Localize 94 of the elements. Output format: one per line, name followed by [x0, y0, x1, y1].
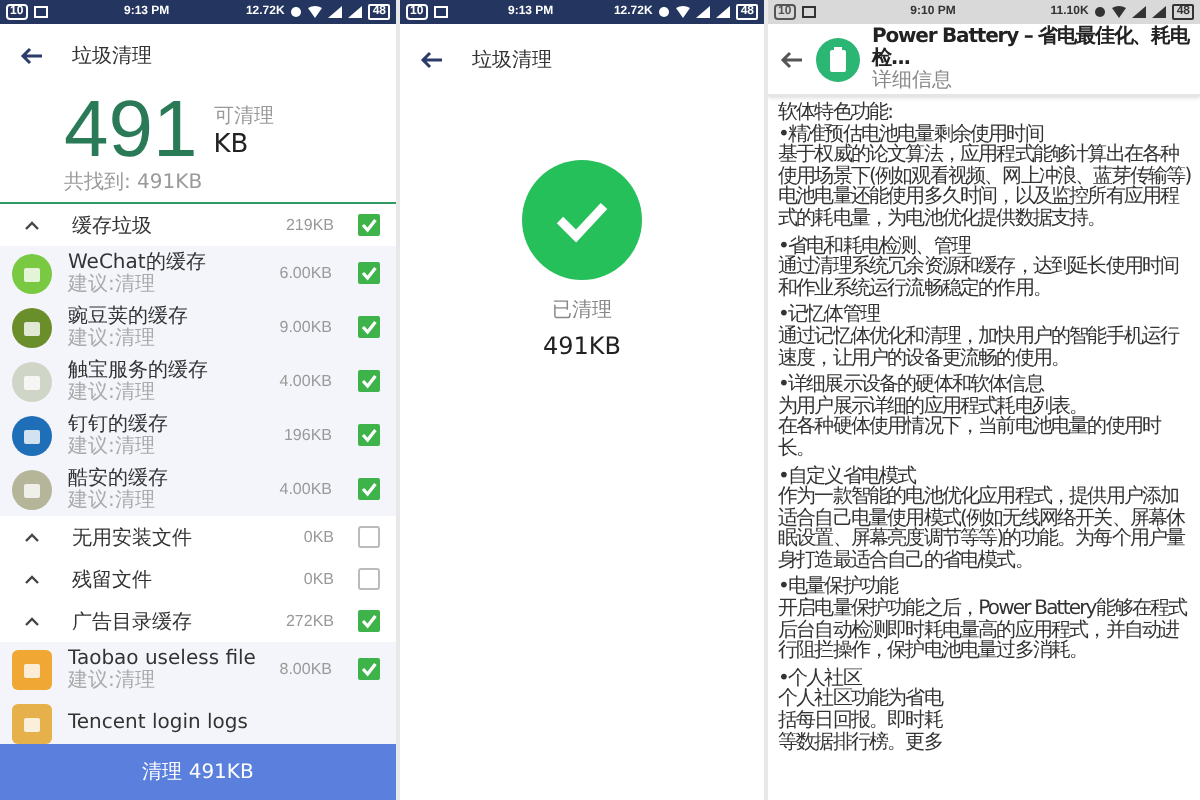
group-label: 残留文件 [72, 567, 154, 593]
cleaned-amount: 491KB [542, 332, 621, 360]
message-icon [801, 6, 816, 18]
feature-heading: •电量保护功能 [778, 578, 899, 599]
message-icon [33, 6, 48, 18]
size-label: 4.00KB [279, 480, 332, 498]
item-name: 触宝服务的缓存 [68, 359, 210, 381]
item-hint: 建议:清理 [68, 273, 157, 295]
feature-heading: •自定义省电模式 [778, 467, 916, 487]
app-icon [10, 413, 54, 457]
item-name: 钉钉的缓存 [68, 413, 170, 435]
item-hint: 建议:清理 [68, 381, 157, 403]
feature-heading: •个人社区 [778, 669, 862, 690]
feature-heading: •详细展示设备的硬体和软体信息 [778, 376, 1044, 397]
checkbox[interactable] [358, 658, 380, 680]
junk-size: 491 [64, 90, 198, 170]
chevron-icon[interactable] [24, 616, 40, 626]
clean-button[interactable]: 清理 491KB [0, 744, 396, 800]
group-label: 广告目录缓存 [72, 609, 194, 635]
item-name: 酷安的缓存 [68, 467, 170, 489]
success-icon [522, 160, 642, 280]
item-name: Tencent login logs [68, 712, 250, 734]
feature-heading: •省电和耗电检测、管理 [778, 237, 971, 258]
wifi-icon [1112, 6, 1127, 18]
size-label: 9.00KB [279, 318, 332, 336]
app-icon [10, 701, 54, 745]
chevron-icon[interactable] [24, 532, 40, 542]
back-icon[interactable] [20, 46, 44, 66]
found-summary: 共找到: 491KB [64, 172, 205, 196]
checkbox[interactable] [358, 424, 380, 446]
checkbox[interactable] [358, 526, 380, 548]
feature-heading: •记忆体管理 [778, 306, 880, 327]
feature-description: 开启电量保护功能之后，Power Battery能够在程式后台自动检测即时耗电量高的应用程式，并自动进行阻拦操作，保护电池电量过多消耗。 [778, 600, 1189, 664]
checkbox[interactable] [358, 478, 380, 500]
app-title: Power Battery – 省电最佳化、耗电检... [872, 26, 1192, 70]
item-name: WeChat的缓存 [68, 251, 208, 273]
app-icon [10, 467, 54, 511]
checkbox[interactable] [358, 610, 380, 632]
feature-description: 通过记忆体优化和清理，加快用户的智能手机运行速度，让用户的设备更流畅的使用。 [778, 327, 1182, 371]
list-item[interactable]: Taobao useless file 建议:清理 8.00KB [0, 642, 396, 696]
checkbox[interactable] [358, 568, 380, 590]
group-label: 缓存垃圾 [72, 213, 154, 239]
item-name: 豌豆荚的缓存 [68, 305, 190, 327]
feature-description: 在各种硬体使用情况下，当前电池电量的使用时长。 [778, 418, 1164, 461]
checkbox[interactable] [358, 262, 380, 284]
app-icon [10, 647, 54, 691]
unit-label: KB [213, 129, 251, 159]
feature-description: 等数据排行榜。更多 [778, 733, 944, 755]
size-label: 0KB [303, 528, 334, 546]
item-hint: 建议:清理 [68, 327, 157, 349]
app-icon [10, 305, 54, 349]
feature-description: 作为一款智能的电池优化应用程式，提供用户添加适合自己电量使用模式(例如无线网络开关、屏幕休眠设置、屏幕亮度调节等等)的功能。为每个用户量身打造最适合自己的省电模式。 [778, 488, 1187, 573]
checkbox[interactable] [358, 370, 380, 392]
size-label: 8.00KB [279, 660, 332, 678]
chevron-icon[interactable] [24, 220, 40, 230]
back-icon[interactable] [420, 49, 444, 69]
feature-description: 基于权威的论文算法，应用程式能够计算出在各种使用场景下(例如观看视频、网上冲浪、蓝芽传输等)电池电量还能使用多久时间，以及监控所有应用程式的耗电量，为电池优化提供数据支持。 [778, 146, 1193, 232]
screen-title: 垃圾清理 [72, 43, 152, 70]
size-label: 0KB [303, 570, 334, 588]
back-icon[interactable] [780, 49, 804, 69]
subtitle: 详细信息 [872, 70, 954, 92]
message-icon [433, 6, 448, 18]
list-item[interactable]: WeChat的缓存 建议:清理 6.00KB [0, 246, 396, 300]
checkbox[interactable] [358, 316, 380, 338]
feature-description: 为用户展示详细的应用程式耗电列表。 [778, 397, 1088, 418]
wifi-icon [676, 6, 691, 18]
item-hint: 建议:清理 [68, 669, 157, 691]
list-item[interactable]: 触宝服务的缓存 建议:清理 4.00KB [0, 354, 396, 408]
caption: 可清理 [213, 103, 274, 129]
list-item[interactable]: 豌豆荚的缓存 建议:清理 9.00KB [0, 300, 396, 354]
feature-description: 个人社区功能为省电 [778, 690, 945, 711]
item-hint: 建议:清理 [68, 489, 157, 511]
app-icon [816, 37, 860, 81]
size-label: 6.00KB [279, 264, 332, 282]
checkbox[interactable] [358, 214, 380, 236]
wifi-icon [308, 6, 323, 18]
chevron-icon[interactable] [24, 574, 40, 584]
screen-title: 垃圾清理 [472, 47, 552, 73]
size-label: 196KB [283, 426, 332, 444]
feature-description: 通过清理系统冗余资源和缓存，达到延长使用时间和作业系统运行流畅稳定的作用。 [778, 258, 1181, 301]
feature-description: 括每日回报。即时耗 [778, 712, 945, 733]
status-caption: 已清理 [552, 297, 612, 324]
app-icon [10, 251, 54, 295]
list-item[interactable]: 酷安的缓存 建议:清理 4.00KB [0, 462, 396, 516]
size-label: 272KB [285, 612, 334, 630]
item-name: Taobao useless file [68, 647, 258, 669]
item-hint: 建议:清理 [68, 435, 157, 457]
app-icon [10, 359, 54, 403]
list-item[interactable]: 钉钉的缓存 建议:清理 196KB [0, 408, 396, 462]
size-label: 4.00KB [279, 372, 332, 390]
size-label: 219KB [285, 216, 334, 234]
group-label: 无用安装文件 [72, 525, 194, 551]
feature-heading: •精准预估电池电量剩余使用时间 [778, 125, 1043, 146]
section-heading: 软体特色功能: [778, 104, 893, 124]
